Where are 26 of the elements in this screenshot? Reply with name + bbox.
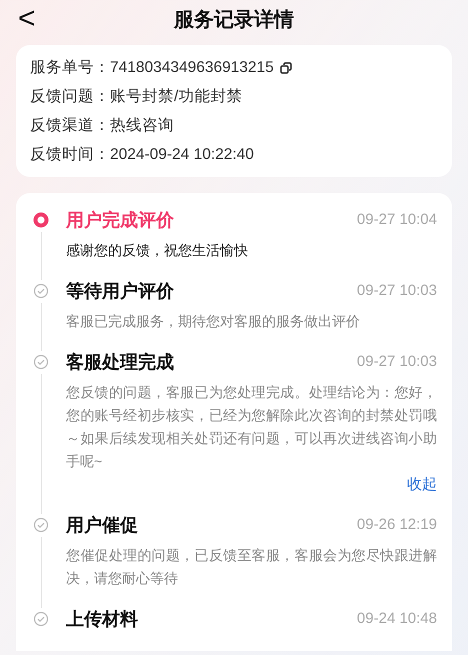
step-time: 09-24 10:48 — [356, 608, 437, 629]
copy-icon[interactable] — [280, 62, 292, 74]
step-title: 用户催促 — [66, 514, 138, 536]
back-button[interactable]: < — [18, 2, 36, 36]
step-title: 客服处理完成 — [66, 350, 174, 374]
info-label: 服务单号： — [30, 58, 110, 78]
info-value: 热线咨询 — [110, 116, 174, 136]
step-title: 等待用户评价 — [66, 280, 174, 302]
step-description: 您反馈的问题，客服已为您处理完成。处理结论为：您好，您的账号经初步核实，已经为您解除此次咨询的封禁处罚哦～如果后续发现相关处罚还有问题，可以再次进线咨询小助手呢~ — [66, 383, 437, 471]
info-value: 账号封禁/功能封禁 — [110, 87, 242, 107]
step-time: 09-27 10:03 — [356, 280, 437, 301]
step-time: 09-26 12:19 — [356, 514, 437, 535]
info-value: 2024-09-24 10:22:40 — [110, 145, 254, 165]
info-label: 反馈渠道： — [30, 116, 110, 136]
step-time: 09-27 10:03 — [356, 352, 437, 372]
step-time: 09-27 10:04 — [356, 210, 437, 230]
info-label: 反馈时间： — [30, 145, 110, 165]
info-label: 反馈问题： — [30, 87, 110, 107]
page-title: 服务记录详情 — [174, 8, 294, 33]
step-description: 您催促处理的问题，已反馈至客服，客服会为您尽快跟进解决，请您耐心等待 — [66, 546, 437, 588]
step-description: 客服已完成服务，期待您对客服的服务做出评价 — [66, 312, 361, 331]
step-description: 感谢您的反馈，祝您生活愉快 — [66, 241, 249, 260]
step-title: 用户完成评价 — [66, 208, 174, 232]
step-title: 上传材料 — [66, 608, 138, 630]
collapse-link[interactable]: 收起 — [407, 473, 437, 496]
info-value: 7418034349636913215 — [110, 58, 274, 78]
